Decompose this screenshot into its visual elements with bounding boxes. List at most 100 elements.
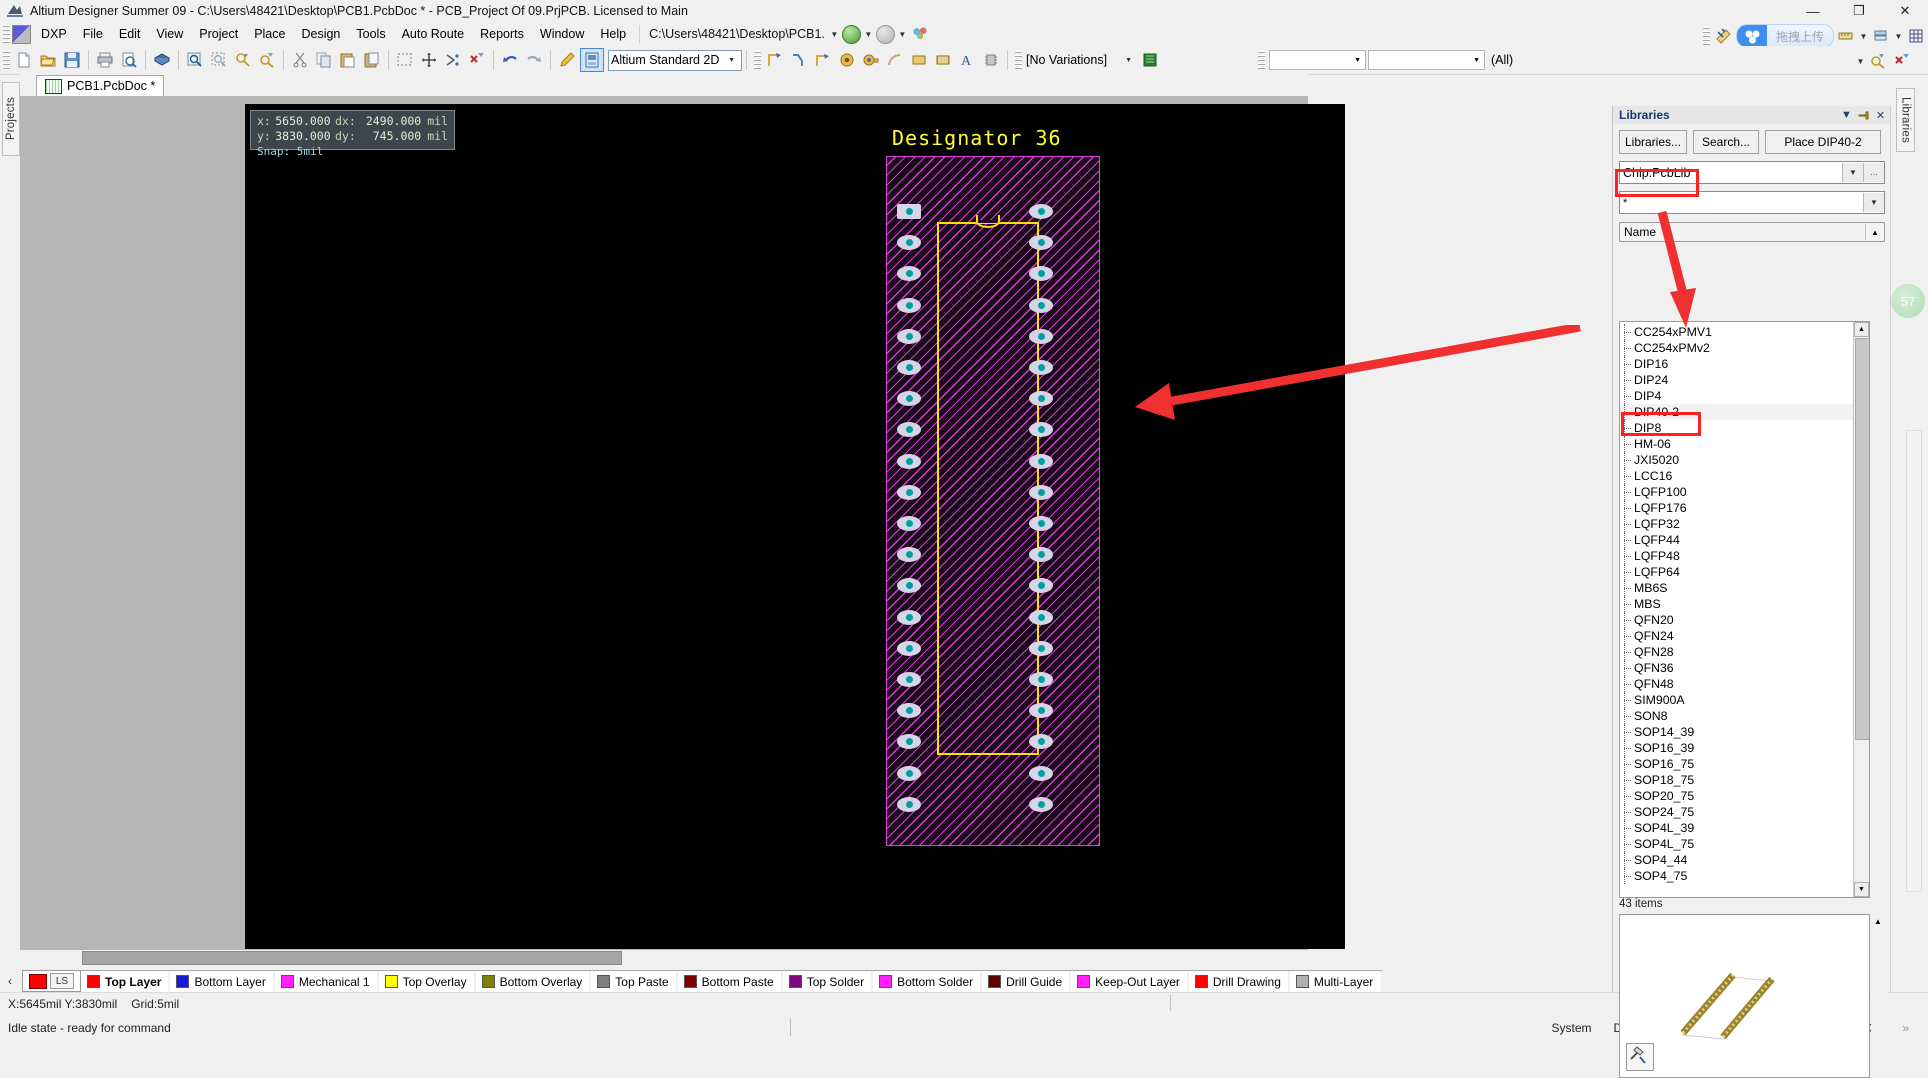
- menu-item-edit[interactable]: Edit: [111, 24, 149, 44]
- list-item[interactable]: DIP24: [1620, 372, 1854, 388]
- list-item[interactable]: LCC16: [1620, 468, 1854, 484]
- list-item[interactable]: MBS: [1620, 596, 1854, 612]
- toolbar-grip-3[interactable]: [1015, 51, 1022, 69]
- pcb-pad[interactable]: [897, 609, 921, 625]
- right-strip-scrollbar[interactable]: [1906, 430, 1922, 892]
- list-item[interactable]: SOP16_39: [1620, 740, 1854, 756]
- library-filter-input[interactable]: * ▼: [1619, 191, 1885, 214]
- place-arc-icon[interactable]: [812, 49, 834, 71]
- place-track-icon[interactable]: [788, 49, 810, 71]
- list-item[interactable]: LQFP100: [1620, 484, 1854, 500]
- menu-item-dxp[interactable]: DXP: [33, 24, 75, 44]
- panel-menu-chevron-down-icon[interactable]: ▼: [1839, 108, 1854, 123]
- list-item[interactable]: DIP8: [1620, 420, 1854, 436]
- variations-chevron-down-icon[interactable]: ▼: [1121, 57, 1136, 64]
- view-config-icon[interactable]: [580, 48, 604, 72]
- filter-object-select[interactable]: ▼: [1368, 50, 1485, 70]
- menu-item-file[interactable]: File: [75, 24, 111, 44]
- layer-tab-top-solder[interactable]: Top Solder: [782, 970, 880, 992]
- menu-item-design[interactable]: Design: [293, 24, 348, 44]
- pcb-pad[interactable]: [1029, 609, 1053, 625]
- layer-tab-bottom-overlay[interactable]: Bottom Overlay: [475, 970, 598, 992]
- list-item[interactable]: CC254xPMv2: [1620, 340, 1854, 356]
- library-chevron-down-icon[interactable]: ▼: [1842, 163, 1863, 182]
- place-line-icon[interactable]: [764, 49, 786, 71]
- search-button[interactable]: Search...: [1693, 130, 1759, 154]
- navigate-forward-icon[interactable]: [875, 24, 895, 44]
- menu-item-tools[interactable]: Tools: [348, 24, 393, 44]
- panel-button-overflow[interactable]: »: [1891, 1017, 1920, 1038]
- filter-scope-select[interactable]: ▼: [1269, 50, 1366, 70]
- variations-select[interactable]: [No Variations] ▼: [1024, 51, 1138, 70]
- menu-item-window[interactable]: Window: [532, 24, 592, 44]
- component-preview[interactable]: [1619, 914, 1870, 1078]
- zoom-area-icon[interactable]: [184, 49, 206, 71]
- zoom-filter-icon[interactable]: [232, 49, 254, 71]
- pcb-pad[interactable]: [1029, 640, 1053, 656]
- filter-all-chevron-down-icon[interactable]: ▼: [1855, 53, 1866, 69]
- pcb-pad[interactable]: [897, 297, 921, 313]
- grid-icon[interactable]: [1905, 25, 1927, 47]
- list-item[interactable]: HM-06: [1620, 436, 1854, 452]
- list-item[interactable]: QFN28: [1620, 644, 1854, 660]
- pcb-pad[interactable]: [897, 484, 921, 500]
- layer-tab-bottom-solder[interactable]: Bottom Solder: [873, 970, 989, 992]
- list-item[interactable]: SOP4L_39: [1620, 820, 1854, 836]
- pcb-pad[interactable]: [897, 204, 921, 219]
- paste-icon[interactable]: [337, 49, 359, 71]
- filter-object-chevron-down-icon[interactable]: ▼: [1469, 57, 1484, 64]
- list-item[interactable]: CC254xPMV1: [1620, 324, 1854, 340]
- layer-tab-mechanical-1[interactable]: Mechanical 1: [274, 970, 385, 992]
- place-polygon-icon[interactable]: [932, 49, 954, 71]
- undo-icon[interactable]: [499, 49, 521, 71]
- pcb-pad[interactable]: [897, 640, 921, 656]
- open-document-icon[interactable]: [37, 49, 59, 71]
- print-preview-icon[interactable]: [118, 49, 140, 71]
- toolbar-grip-1[interactable]: [3, 51, 10, 69]
- pcb-pad[interactable]: [1029, 360, 1053, 375]
- paste-special-icon[interactable]: [361, 49, 383, 71]
- canvas-horizontal-scrollbar[interactable]: [20, 950, 1308, 965]
- ruler-dropdown-icon[interactable]: ▼: [1858, 28, 1869, 44]
- sidebar-tab-libraries[interactable]: Libraries: [1896, 88, 1915, 152]
- navigate-back-icon[interactable]: [841, 24, 861, 44]
- preview-settings-icon[interactable]: [1626, 1043, 1654, 1071]
- pcb-pad[interactable]: [1029, 484, 1053, 500]
- board-3d-icon[interactable]: [151, 49, 173, 71]
- panel-button-system[interactable]: System: [1540, 1017, 1603, 1038]
- clear-filter-icon[interactable]: [1891, 50, 1913, 72]
- menu-item-view[interactable]: View: [148, 24, 191, 44]
- menu-item-reports[interactable]: Reports: [472, 24, 532, 44]
- layer-tab-bottom-paste[interactable]: Bottom Paste: [677, 970, 789, 992]
- list-item[interactable]: QFN48: [1620, 676, 1854, 692]
- list-scroll-thumb[interactable]: [1855, 338, 1869, 740]
- pcb-pad[interactable]: [1029, 204, 1053, 219]
- layer-tab-keep-out-layer[interactable]: Keep-Out Layer: [1071, 970, 1195, 992]
- library-select[interactable]: Chip.PcbLib ▼ …: [1619, 161, 1885, 184]
- list-scroll-up-icon[interactable]: ▲: [1854, 322, 1869, 337]
- list-item[interactable]: LQFP48: [1620, 548, 1854, 564]
- list-item[interactable]: QFN24: [1620, 628, 1854, 644]
- component-list[interactable]: CC254xPMV1 CC254xPMv2 DIP16 DIP24 DIP4 DIP40-…: [1619, 321, 1870, 898]
- place-via-icon[interactable]: [860, 49, 882, 71]
- list-item[interactable]: SON8: [1620, 708, 1854, 724]
- place-component-icon[interactable]: [980, 49, 1002, 71]
- list-item[interactable]: SOP20_75: [1620, 788, 1854, 804]
- ruler-icon[interactable]: [1835, 25, 1857, 47]
- apply-filter-icon[interactable]: [1867, 50, 1889, 72]
- pcb-canvas[interactable]: Designator 36: [245, 104, 1345, 949]
- pcb-pad[interactable]: [1029, 796, 1053, 812]
- list-item[interactable]: SOP4L_75: [1620, 836, 1854, 852]
- document-path-field[interactable]: C:\Users\48421\Desktop\PCB1.: [645, 25, 829, 43]
- pcb-pad[interactable]: [1029, 453, 1053, 469]
- pcb-pad[interactable]: [897, 360, 921, 375]
- board-icon[interactable]: [1139, 49, 1161, 71]
- preview-panel-scroll[interactable]: ▲: [1871, 914, 1887, 1076]
- project-tree-icon[interactable]: [911, 26, 928, 42]
- highlight-pen-icon[interactable]: [556, 49, 578, 71]
- pcb-pad[interactable]: [1029, 297, 1053, 313]
- list-item[interactable]: SOP14_39: [1620, 724, 1854, 740]
- list-item[interactable]: SIM900A: [1620, 692, 1854, 708]
- menu-item-auto-route[interactable]: Auto Route: [394, 24, 473, 44]
- list-item[interactable]: DIP40-2: [1620, 404, 1854, 420]
